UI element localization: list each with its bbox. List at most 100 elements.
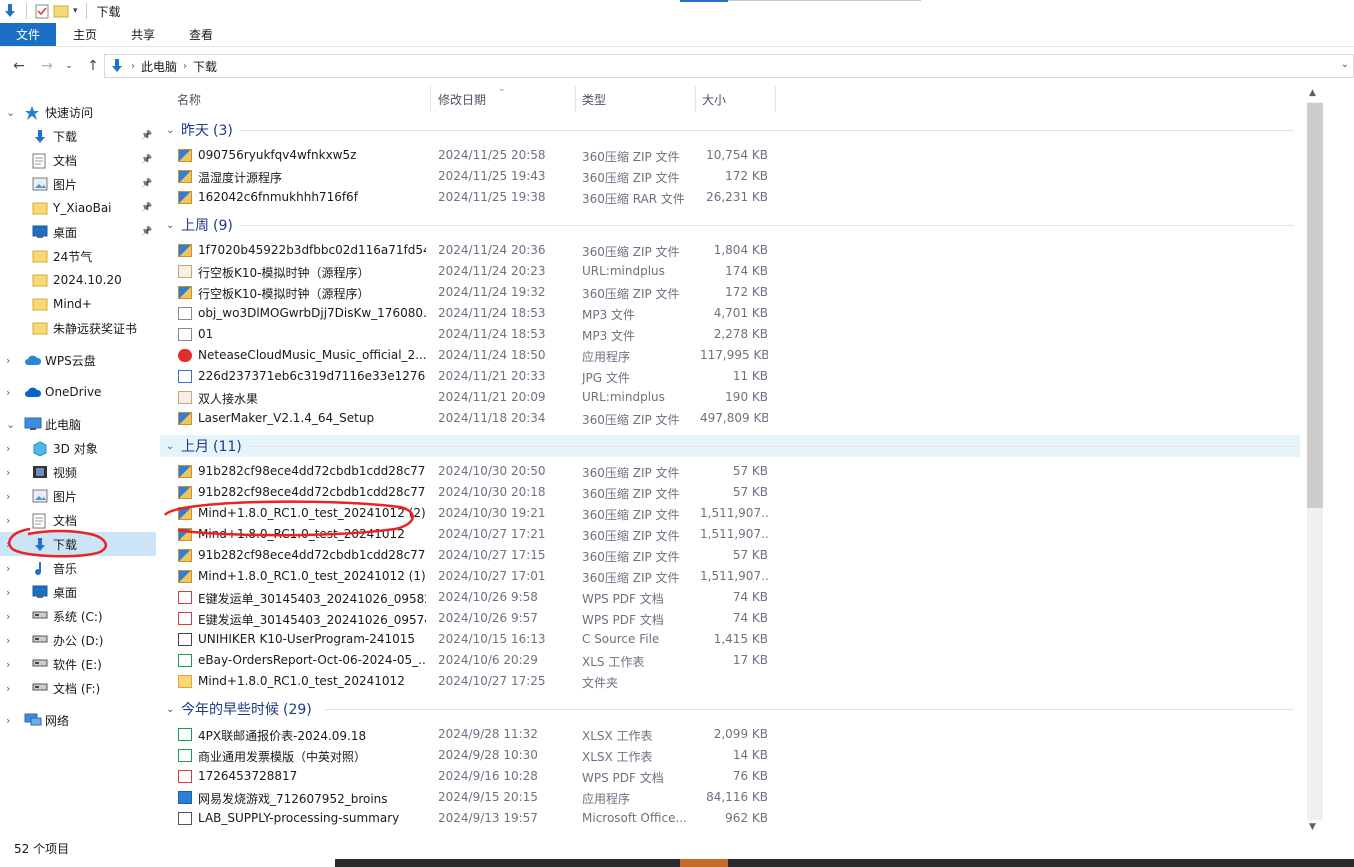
collapsed-chevron-icon[interactable]: ›	[6, 466, 16, 479]
file-row[interactable]: 91b282cf98ece4dd72cbdb1cdd28c77... 2024/1…	[160, 482, 1300, 503]
collapsed-chevron-icon[interactable]: ›	[6, 562, 16, 575]
file-row[interactable]: E键发运单_30145403_20241026_095749 2024/10/26…	[160, 608, 1300, 629]
up-button[interactable]: ↑	[82, 55, 104, 77]
nav-quick-item-6[interactable]: 2024.10.20	[0, 268, 156, 292]
column-header-modified[interactable]: 修改日期	[438, 86, 486, 112]
nav-quick-item-7[interactable]: Mind+	[0, 292, 156, 316]
file-row[interactable]: 01 2024/11/24 18:53 MP3 文件 2,278 KB	[160, 324, 1300, 345]
scroll-down-icon[interactable]: ▼	[1309, 822, 1316, 832]
collapsed-chevron-icon[interactable]: ›	[6, 714, 16, 727]
file-row[interactable]: Mind+1.8.0_RC1.0_test_20241012 2024/10/27…	[160, 671, 1300, 692]
collapsed-chevron-icon[interactable]: ›	[6, 538, 16, 551]
nav-onedrive[interactable]: › OneDrive	[0, 380, 156, 404]
tab-view[interactable]: 查看	[172, 23, 230, 46]
scrollbar-thumb[interactable]	[1307, 103, 1323, 508]
group-header[interactable]: ⌄ 昨天 (3)	[160, 119, 1300, 141]
file-row[interactable]: Mind+1.8.0_RC1.0_test_20241012 (2) 2024/1…	[160, 503, 1300, 524]
nav-quick-item-3[interactable]: Y_XiaoBai 📌	[0, 196, 156, 220]
file-row[interactable]: 1f7020b45922b3dfbbc02d116a71fd54 2024/11/…	[160, 240, 1300, 261]
nav-pc-item-2[interactable]: › 图片	[0, 484, 156, 508]
breadcrumb-this-pc[interactable]: 此电脑	[141, 58, 177, 75]
nav-quick-item-2[interactable]: 图片 📌	[0, 172, 156, 196]
file-row[interactable]: 温湿度计源程序 2024/11/25 19:43 360压缩 ZIP 文件 172 K…	[160, 166, 1300, 187]
back-button[interactable]: ←	[8, 55, 30, 77]
nav-pc-item-7[interactable]: › 系统 (C:)	[0, 604, 156, 628]
nav-pc-item-3[interactable]: › 文档	[0, 508, 156, 532]
file-row[interactable]: 行空板K10-模拟时钟（源程序） 2024/11/24 19:32 360压缩 ZI…	[160, 282, 1300, 303]
column-divider[interactable]	[430, 86, 431, 112]
column-header-name[interactable]: 名称	[177, 86, 201, 112]
address-dropdown-icon[interactable]: ⌄	[1341, 59, 1349, 70]
tab-share[interactable]: 共享	[114, 23, 172, 46]
nav-pc-item-4[interactable]: › 下载	[0, 532, 156, 556]
column-divider[interactable]	[775, 86, 776, 112]
file-row[interactable]: Mind+1.8.0_RC1.0_test_20241012 (1) 2024/1…	[160, 566, 1300, 587]
collapsed-chevron-icon[interactable]: ›	[6, 586, 16, 599]
file-row[interactable]: 91b282cf98ece4dd72cbdb1cdd28c77... 2024/1…	[160, 461, 1300, 482]
column-divider[interactable]	[575, 86, 576, 112]
vertical-scrollbar[interactable]: ▲ ▼	[1306, 86, 1324, 836]
collapsed-chevron-icon[interactable]: ›	[6, 658, 16, 671]
file-row[interactable]: 行空板K10-模拟时钟（源程序） 2024/11/24 20:23 URL:mind…	[160, 261, 1300, 282]
file-row[interactable]: Mind+1.8.0_RC1.0_test_20241012 2024/10/27…	[160, 524, 1300, 545]
group-collapse-icon[interactable]: ⌄	[166, 441, 174, 452]
collapsed-chevron-icon[interactable]: ›	[6, 514, 16, 527]
tab-file[interactable]: 文件	[0, 23, 56, 46]
collapsed-chevron-icon[interactable]: ›	[6, 634, 16, 647]
file-row[interactable]: 双人接水果 2024/11/21 20:09 URL:mindplus 190 KB	[160, 387, 1300, 408]
file-row[interactable]: 4PX联邮通报价表-2024.09.18 2024/9/28 11:32 XLSX …	[160, 724, 1300, 745]
collapsed-chevron-icon[interactable]: ›	[6, 610, 16, 623]
file-row[interactable]: eBay-OrdersReport-Oct-06-2024-05_... 2024…	[160, 650, 1300, 671]
nav-network[interactable]: › 网络	[0, 708, 156, 732]
nav-pc-item-8[interactable]: › 办公 (D:)	[0, 628, 156, 652]
expanded-chevron-icon[interactable]: ⌄	[6, 418, 16, 431]
file-row[interactable]: 226d237371eb6c319d7116e33e1276... 2024/11…	[160, 366, 1300, 387]
file-row[interactable]: UNIHIKER K10-UserProgram-241015 2024/10/1…	[160, 629, 1300, 650]
group-header[interactable]: ⌄ 上周 (9)	[160, 214, 1300, 236]
expanded-chevron-icon[interactable]: ⌄	[6, 106, 16, 119]
collapsed-chevron-icon[interactable]: ›	[6, 442, 16, 455]
customize-toolbar-dropdown-icon[interactable]: ▾	[73, 6, 78, 16]
nav-quick-item-5[interactable]: 24节气	[0, 244, 156, 268]
breadcrumb-separator-icon[interactable]: ›	[131, 61, 135, 72]
file-row[interactable]: 090756ryukfqv4wfnkxw5z 2024/11/25 20:58 36…	[160, 145, 1300, 166]
nav-pc-item-6[interactable]: › 桌面	[0, 580, 156, 604]
column-header-type[interactable]: 类型	[582, 86, 606, 112]
group-collapse-icon[interactable]: ⌄	[166, 220, 174, 231]
group-collapse-icon[interactable]: ⌄	[166, 704, 174, 715]
file-row[interactable]: 162042c6fnmukhhh716f6f 2024/11/25 19:38 36…	[160, 187, 1300, 208]
nav-quick-item-4[interactable]: 桌面 📌	[0, 220, 156, 244]
column-header-size[interactable]: 大小	[702, 86, 726, 112]
nav-wps-cloud[interactable]: › WPS云盘	[0, 348, 156, 372]
properties-icon[interactable]	[35, 3, 49, 19]
file-row[interactable]: 1726453728817 2024/9/16 10:28 WPS PDF 文档 76…	[160, 766, 1300, 787]
nav-quick-access[interactable]: ⌄ 快速访问	[0, 100, 156, 124]
nav-pc-item-1[interactable]: › 视频	[0, 460, 156, 484]
nav-pc-item-5[interactable]: › 音乐	[0, 556, 156, 580]
column-divider[interactable]	[695, 86, 696, 112]
group-header[interactable]: ⌄ 今年的早些时候 (29)	[160, 698, 1300, 720]
group-collapse-icon[interactable]: ⌄	[166, 125, 174, 136]
nav-this-pc[interactable]: ⌄ 此电脑	[0, 412, 156, 436]
file-row[interactable]: E键发运单_30145403_20241026_095825 2024/10/26…	[160, 587, 1300, 608]
tab-home[interactable]: 主页	[56, 23, 114, 46]
file-row[interactable]: NeteaseCloudMusic_Music_official_2.... 20…	[160, 345, 1300, 366]
file-row[interactable]: obj_wo3DlMOGwrbDjj7DisKw_176080... 2024/1…	[160, 303, 1300, 324]
nav-pc-item-9[interactable]: › 软件 (E:)	[0, 652, 156, 676]
address-field[interactable]: › 此电脑 › 下载 ⌄	[104, 54, 1354, 78]
collapsed-chevron-icon[interactable]: ›	[6, 490, 16, 503]
file-row[interactable]: LAB_SUPPLY-processing-summary 2024/9/13 1…	[160, 808, 1300, 829]
nav-quick-item-0[interactable]: 下载 📌	[0, 124, 156, 148]
new-folder-icon[interactable]	[53, 4, 69, 18]
file-row[interactable]: 商业通用发票模版（中英对照） 2024/9/28 10:30 XLSX 工作表 14 …	[160, 745, 1300, 766]
nav-quick-item-8[interactable]: 朱静远获奖证书	[0, 316, 156, 340]
file-row[interactable]: 91b282cf98ece4dd72cbdb1cdd28c777 2024/10/…	[160, 545, 1300, 566]
nav-pc-item-10[interactable]: › 文档 (F:)	[0, 676, 156, 700]
breadcrumb-separator-icon[interactable]: ›	[183, 61, 187, 72]
recent-locations-button[interactable]: ⌄	[62, 55, 76, 77]
file-row[interactable]: LaserMaker_V2.1.4_64_Setup 2024/11/18 20:…	[160, 408, 1300, 429]
nav-pc-item-0[interactable]: › 3D 对象	[0, 436, 156, 460]
collapsed-chevron-icon[interactable]: ›	[6, 354, 16, 367]
collapsed-chevron-icon[interactable]: ›	[6, 682, 16, 695]
file-row[interactable]: 网易发烧游戏_712607952_broins 2024/9/15 20:15 应用…	[160, 787, 1300, 808]
